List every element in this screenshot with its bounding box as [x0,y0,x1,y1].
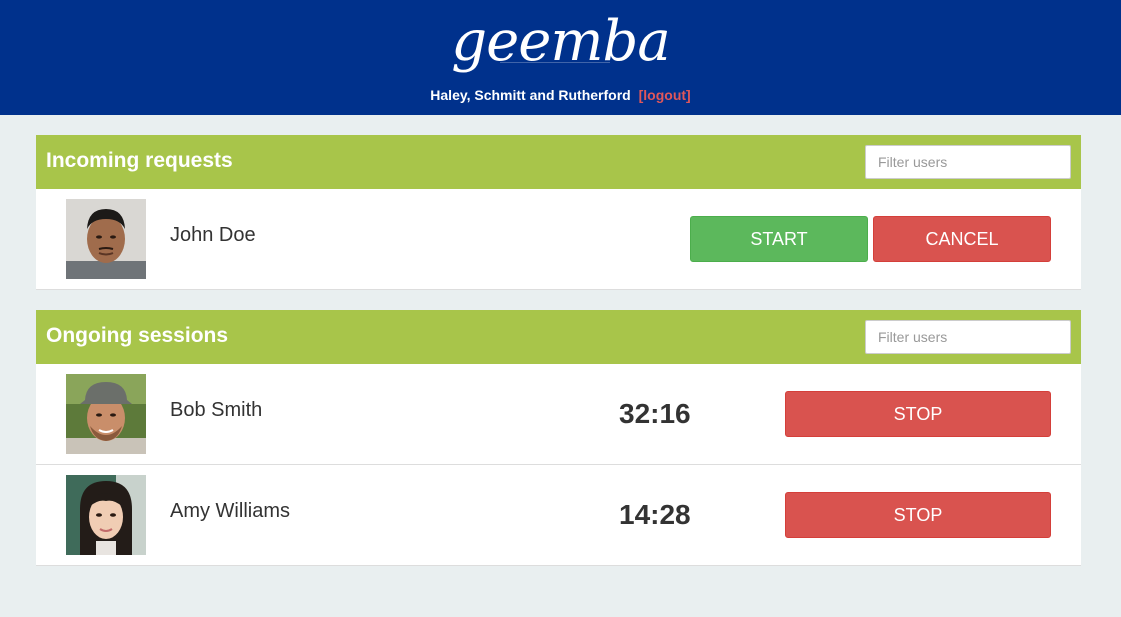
ongoing-filter-input[interactable] [865,320,1071,354]
account-name: Haley, Schmitt and Rutherford [430,87,631,103]
user-name: Bob Smith [170,399,263,421]
session-row: Amy Williams 14:28 STOP [36,465,1081,566]
user-name: Amy Williams [170,500,290,522]
incoming-requests-header: Incoming requests [36,135,1081,189]
incoming-requests-panel: Incoming requests John Doe START CANCEL [36,135,1081,290]
logout-link[interactable]: [logout] [639,87,691,103]
request-row: John Doe START CANCEL [36,189,1081,290]
incoming-filter-input[interactable] [865,145,1071,179]
incoming-requests-title: Incoming requests [46,149,233,172]
top-header: geemba Haley, Schmitt and Rutherford [lo… [0,0,1121,115]
cancel-button[interactable]: CANCEL [873,216,1051,262]
session-timer: 14:28 [619,499,691,530]
account-line: Haley, Schmitt and Rutherford [logout] [0,87,1121,103]
start-button[interactable]: START [690,216,868,262]
user-name: John Doe [170,224,256,246]
avatar [66,199,146,279]
logo-underline [500,62,610,63]
ongoing-sessions-header: Ongoing sessions [36,310,1081,364]
ongoing-sessions-title: Ongoing sessions [46,324,229,347]
avatar [66,475,146,555]
geemba-logo: geemba [451,9,670,74]
stop-button[interactable]: STOP [785,492,1051,538]
avatar [66,374,146,454]
ongoing-sessions-panel: Ongoing sessions Bob Smith 32:16 STOP [36,310,1081,566]
session-timer: 32:16 [619,398,691,429]
stop-button[interactable]: STOP [785,391,1051,437]
session-row: Bob Smith 32:16 STOP [36,364,1081,465]
